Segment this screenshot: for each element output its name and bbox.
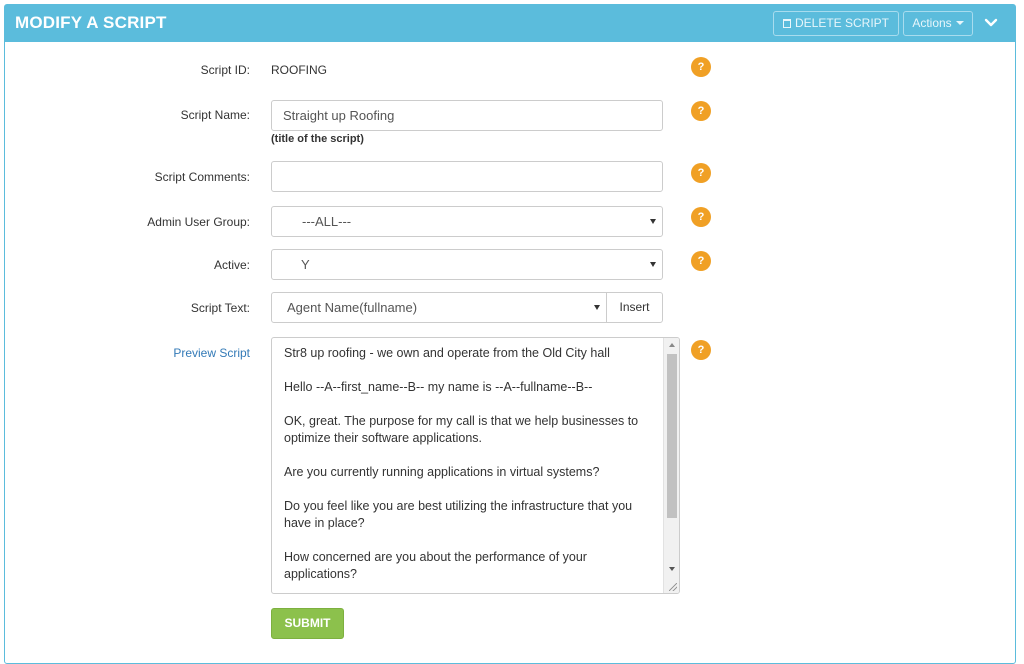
- script-text-label: Script Text:: [190, 301, 250, 315]
- actions-dropdown-button[interactable]: Actions: [903, 11, 973, 36]
- script-body-line: Str8 up roofing - we own and operate fro…: [284, 346, 610, 360]
- scroll-thumb[interactable]: [667, 354, 677, 518]
- actions-label: Actions: [912, 16, 952, 30]
- preview-script-link[interactable]: Preview Script: [173, 346, 250, 360]
- textarea-scrollbar[interactable]: [663, 338, 679, 593]
- caret-down-icon: [955, 21, 964, 25]
- script-body-textarea[interactable]: Str8 up roofing - we own and operate fro…: [271, 337, 680, 594]
- admin-user-group-label: Admin User Group:: [147, 215, 250, 229]
- script-comments-label: Script Comments:: [154, 170, 250, 184]
- insert-button[interactable]: Insert: [606, 292, 663, 323]
- scroll-down-icon[interactable]: [669, 567, 675, 571]
- delete-script-button[interactable]: DELETE SCRIPT: [773, 11, 899, 36]
- help-icon[interactable]: ?: [691, 163, 711, 183]
- script-id-label: Script ID:: [200, 63, 250, 77]
- script-name-hint: (title of the script): [271, 133, 364, 145]
- select-arrow-icon: [650, 219, 656, 224]
- script-body-line: Are you currently running applications i…: [284, 465, 600, 479]
- script-id-value: ROOFING: [271, 63, 327, 77]
- script-body-line: OK, great. The purpose for my call is th…: [284, 414, 639, 445]
- script-body-content: Str8 up roofing - we own and operate fro…: [284, 345, 659, 593]
- chevron-down-icon[interactable]: [984, 16, 998, 30]
- select-arrow-icon: [650, 262, 656, 267]
- active-label: Active:: [213, 258, 250, 272]
- select-arrow-icon: [594, 305, 600, 310]
- admin-user-group-value: ---ALL---: [302, 214, 352, 229]
- trash-icon: [782, 19, 791, 28]
- help-icon[interactable]: ?: [691, 57, 711, 77]
- script-name-input[interactable]: Straight up Roofing: [271, 100, 663, 131]
- resize-grip-icon[interactable]: [669, 583, 677, 591]
- script-name-label: Script Name:: [180, 108, 250, 122]
- active-select[interactable]: Y: [271, 249, 663, 280]
- page-title: MODIFY A SCRIPT: [15, 13, 167, 32]
- script-text-select[interactable]: Agent Name(fullname): [271, 292, 607, 323]
- scroll-up-icon[interactable]: [669, 343, 675, 347]
- panel-header: MODIFY A SCRIPT DELETE SCRIPT Actions: [5, 5, 1015, 42]
- script-body-line: Do you feel like you are best utilizing …: [284, 499, 633, 530]
- script-comments-input[interactable]: [271, 161, 663, 192]
- help-icon[interactable]: ?: [691, 340, 711, 360]
- help-icon[interactable]: ?: [691, 251, 711, 271]
- help-icon[interactable]: ?: [691, 207, 711, 227]
- delete-script-label: DELETE SCRIPT: [794, 16, 890, 30]
- active-value: Y: [301, 257, 310, 272]
- script-body-line: How concerned are you about the performa…: [284, 550, 587, 581]
- submit-button[interactable]: SUBMIT: [271, 608, 344, 639]
- help-icon[interactable]: ?: [691, 101, 711, 121]
- script-body-line: Hello --A--first_name--B-- my name is --…: [284, 380, 593, 394]
- script-text-value: Agent Name(fullname): [287, 300, 418, 315]
- admin-user-group-select[interactable]: ---ALL---: [271, 206, 663, 237]
